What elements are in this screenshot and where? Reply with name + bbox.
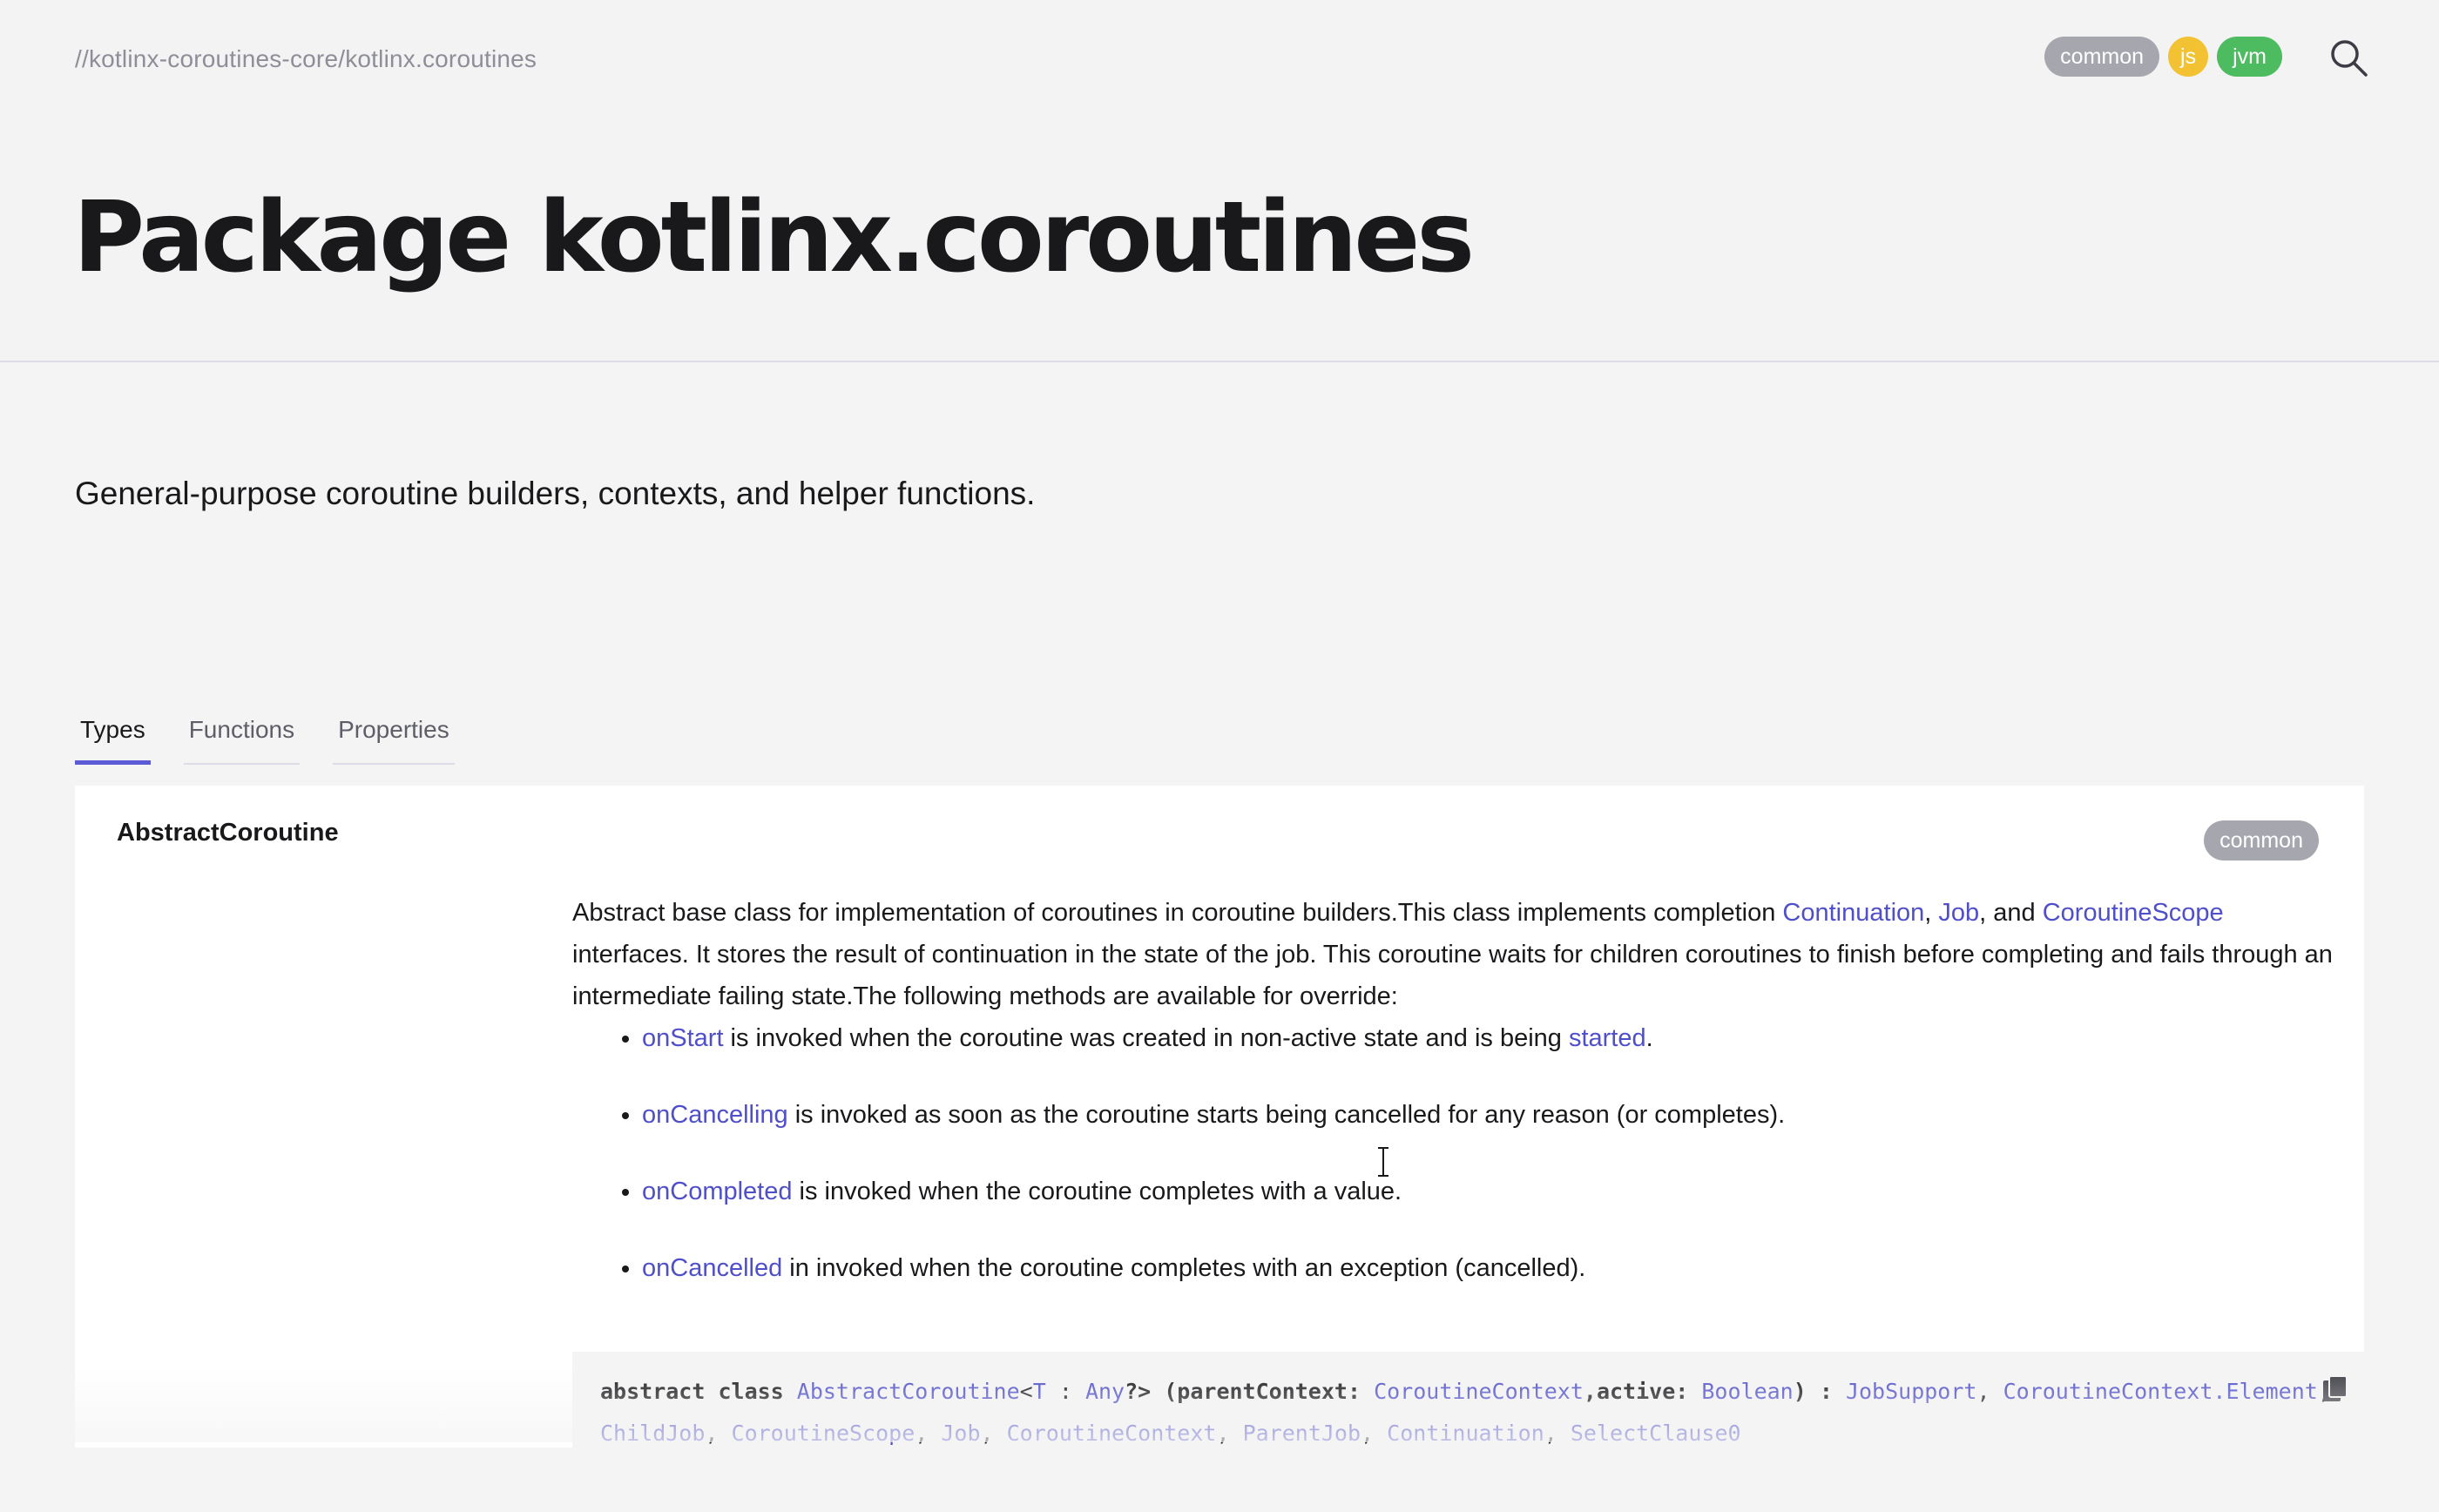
intro-text: Abstract base class for implementation o… [572, 899, 1783, 927]
breadcrumb[interactable]: //kotlinx-coroutines-core/kotlinx.corout… [75, 45, 537, 73]
list-item-text: is invoked when the coroutine was create… [723, 1024, 1569, 1052]
intro-paragraph: Abstract base class for implementation o… [572, 892, 2341, 1017]
link-coroutine-context-element[interactable]: CoroutineContext.Element [2003, 1379, 2318, 1404]
override-methods-list: onStart is invoked when the coroutine wa… [572, 1017, 2341, 1289]
link-continuation[interactable]: Continuation [1782, 899, 1924, 927]
tab-bar: Types Functions Properties [75, 707, 455, 765]
list-item: onCompleted is invoked when the coroutin… [642, 1171, 2341, 1212]
punct: < [1019, 1379, 1033, 1404]
tab-functions[interactable]: Functions [183, 707, 301, 765]
tab-types[interactable]: Types [75, 707, 151, 765]
list-item: onCancelling is invoked as soon as the c… [642, 1094, 2341, 1136]
page-title: Package kotlinx.coroutines [73, 181, 1475, 294]
separator: , [1924, 899, 1939, 927]
link-abstract-coroutine[interactable]: AbstractCoroutine [797, 1379, 1020, 1404]
link-on-cancelling[interactable]: onCancelling [642, 1101, 788, 1129]
search-icon[interactable] [2328, 37, 2369, 78]
text-cursor-icon [1378, 1147, 1388, 1177]
link-coroutine-scope[interactable]: CoroutineScope [2043, 899, 2224, 927]
separator: , and [1979, 899, 2043, 927]
link-boolean[interactable]: Boolean [1701, 1379, 1793, 1404]
punct: ) : [1793, 1379, 1846, 1404]
punct: ?> (parentContext: [1125, 1379, 1375, 1404]
type-description: Abstract base class for implementation o… [572, 892, 2341, 1324]
list-item-text: . [1645, 1024, 1653, 1052]
list-item-text: in invoked when the coroutine completes … [782, 1254, 1586, 1282]
platform-tag-common[interactable]: common [2044, 37, 2160, 77]
param-name: ,active: [1583, 1379, 1702, 1404]
link-job-support[interactable]: JobSupport [1846, 1379, 1977, 1404]
page-header: //kotlinx-coroutines-core/kotlinx.corout… [0, 0, 2439, 362]
platform-filter: common js jvm [2044, 37, 2282, 77]
keyword: abstract class [600, 1379, 797, 1404]
copy-icon[interactable] [2323, 1376, 2349, 1404]
list-item: onStart is invoked when the coroutine wa… [642, 1017, 2341, 1059]
platform-tag-jvm[interactable]: jvm [2217, 37, 2282, 77]
type-param[interactable]: T [1033, 1379, 1046, 1404]
list-item: onCancelled in invoked when the coroutin… [642, 1247, 2341, 1289]
package-description: General-purpose coroutine builders, cont… [75, 476, 1036, 511]
platform-tag-js[interactable]: js [2168, 37, 2209, 77]
punct: , [1976, 1379, 2003, 1404]
link-coroutine-context[interactable]: CoroutineContext [1374, 1379, 1584, 1404]
link-job[interactable]: Job [1938, 899, 1979, 927]
list-item-text: is invoked as soon as the coroutine star… [787, 1101, 1786, 1129]
type-name[interactable]: AbstractCoroutine [117, 819, 339, 847]
link-on-start[interactable]: onStart [642, 1024, 724, 1052]
signature-code-block: abstract class AbstractCoroutine<T : Any… [572, 1352, 2370, 1512]
platform-tag-common: common [2204, 820, 2319, 861]
punct: : [1045, 1379, 1085, 1404]
signature-line-1: abstract class AbstractCoroutine<T : Any… [600, 1371, 2342, 1413]
signature-line-2: ChildJob, CoroutineScope, Job, Coroutine… [600, 1413, 2342, 1455]
list-item-text: is invoked when the coroutine completes … [792, 1178, 1402, 1205]
type-card-abstract-coroutine: AbstractCoroutine common Abstract base c… [75, 786, 2370, 1512]
link-on-completed[interactable]: onCompleted [642, 1178, 793, 1205]
tab-properties[interactable]: Properties [333, 707, 455, 765]
link-started[interactable]: started [1569, 1024, 1646, 1052]
link-on-cancelled[interactable]: onCancelled [642, 1254, 782, 1282]
link-any[interactable]: Any [1085, 1379, 1125, 1404]
intro-text: interfaces. It stores the result of cont… [572, 941, 2333, 1010]
